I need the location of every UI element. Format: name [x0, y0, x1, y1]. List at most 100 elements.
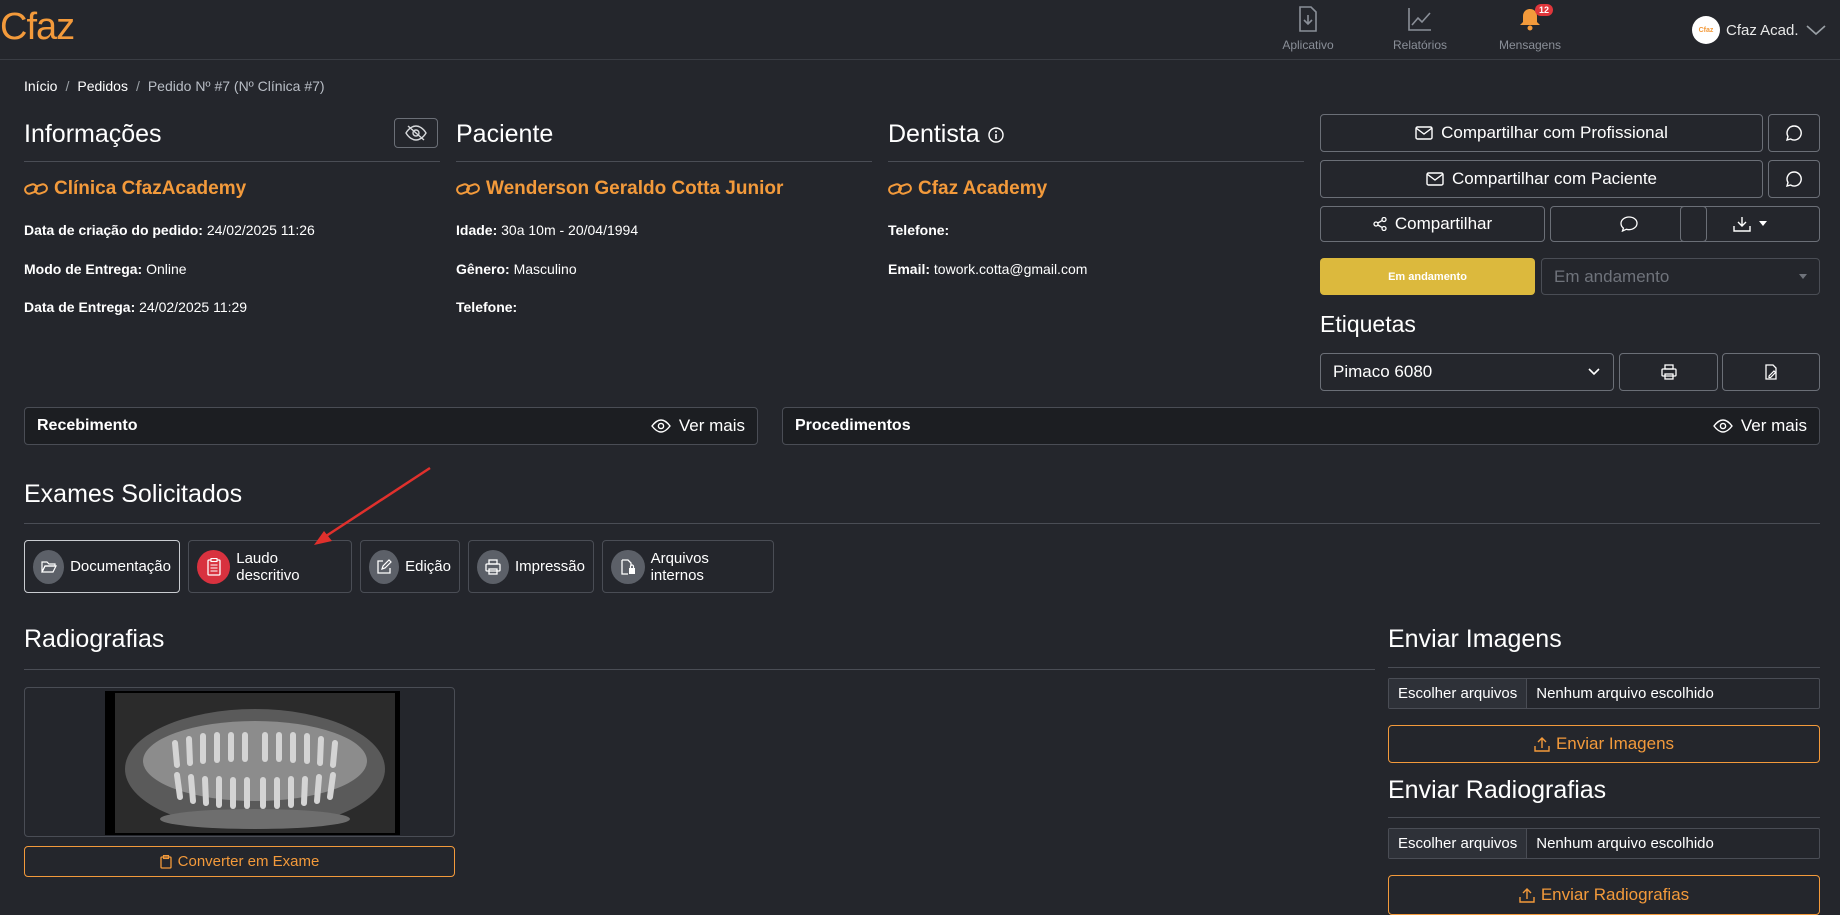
images-no-file: Nenhum arquivo escolhido [1536, 685, 1714, 702]
created-date-row: Data de criação do pedido: 24/02/2025 11… [24, 222, 315, 238]
print-label-button[interactable] [1619, 353, 1718, 391]
label-template-select[interactable]: Pimaco 6080 [1320, 353, 1614, 391]
receipt-more-label: Ver mais [678, 416, 745, 435]
send-radiographs-button[interactable]: Enviar Radiografias [1388, 875, 1820, 915]
clinic-link[interactable]: Clínica CfazAcademy [24, 178, 246, 200]
share-professional-button[interactable]: Compartilhar com Profissional [1320, 114, 1763, 152]
share-professional-label: Compartilhar com Profissional [1441, 123, 1668, 142]
patient-phone-row: Telefone: [456, 299, 517, 315]
status-select: Em andamento [1541, 258, 1820, 295]
breadcrumb-separator: / [65, 78, 70, 94]
status-select-value: Em andamento [1554, 266, 1670, 286]
delivery-mode-row: Modo de Entrega: Online [24, 261, 187, 277]
tab-documentation-label: Documentação [70, 558, 171, 575]
divider [1388, 667, 1820, 668]
breadcrumb: Início / Pedidos / Pedido Nº #7 (Nº Clínica … [24, 78, 325, 94]
procedures-more[interactable]: Ver mais [1712, 416, 1807, 436]
divider [1388, 817, 1820, 818]
breadcrumb-home[interactable]: Início [24, 78, 57, 94]
label-template-value: Pimaco 6080 [1333, 362, 1433, 381]
whatsapp-icon [1786, 125, 1802, 141]
eye-icon [650, 419, 671, 433]
nav-reports[interactable]: Relatórios [1380, 6, 1460, 52]
file-signature-icon [1765, 364, 1777, 380]
radiographs-choose-files[interactable]: Escolher arquivos [1389, 829, 1528, 858]
exams-title: Exames Solicitados [24, 480, 243, 508]
folder-open-icon [33, 549, 65, 584]
brand-logo[interactable]: Cfaz [0, 6, 75, 49]
divider [888, 161, 1304, 162]
radiographs-file-input[interactable]: Escolher arquivos Nenhum arquivo escolhi… [1388, 828, 1820, 859]
send-images-title: Enviar Imagens [1388, 625, 1562, 653]
patient-phone-label: Telefone: [456, 299, 518, 315]
link-icon [24, 183, 48, 195]
nav-app[interactable]: Aplicativo [1268, 6, 1348, 52]
images-file-input[interactable]: Escolher arquivos Nenhum arquivo escolhi… [1388, 678, 1820, 709]
patient-title: Paciente [456, 120, 554, 148]
breadcrumb-current: Pedido Nº #7 (Nº Clínica #7) [147, 78, 325, 94]
user-menu[interactable]: Cfaz Cfaz Acad. [1692, 16, 1827, 44]
tab-internal-files-label: Arquivos internos [650, 549, 709, 584]
messages-badge: 12 [1535, 4, 1554, 16]
share-button[interactable]: Compartilhar [1320, 206, 1545, 242]
convert-exam-button[interactable]: Converter em Exame [24, 846, 455, 877]
convert-exam-label: Converter em Exame [177, 853, 320, 870]
send-images-button[interactable]: Enviar Imagens [1388, 725, 1820, 763]
tab-documentation[interactable]: Documentação [24, 540, 180, 593]
chart-icon [1408, 8, 1431, 31]
envelope-icon [1426, 172, 1444, 186]
file-lock-icon [611, 549, 645, 584]
dentist-link[interactable]: Cfaz Academy [888, 178, 1047, 200]
edit-icon [369, 549, 400, 584]
dentist-phone-row: Telefone: [888, 222, 949, 238]
delivery-date-row: Data de Entrega: 24/02/2025 11:29 [24, 299, 247, 315]
delivery-date-label: Data de Entrega: [24, 299, 136, 315]
radiographs-title: Radiografias [24, 625, 165, 653]
breadcrumb-orders[interactable]: Pedidos [77, 78, 128, 94]
images-choose-files[interactable]: Escolher arquivos [1389, 679, 1528, 708]
whatsapp-professional-button[interactable] [1768, 114, 1820, 152]
printer-icon [477, 549, 509, 584]
avatar: Cfaz [1692, 16, 1720, 44]
dentist-title-row: Dentista [888, 120, 1004, 149]
patient-gender-value: Masculino [513, 261, 577, 277]
delivery-date-value: 24/02/2025 11:29 [139, 299, 248, 315]
labels-title: Etiquetas [1320, 311, 1416, 337]
receipt-more[interactable]: Ver mais [650, 416, 745, 436]
nav-reports-label: Relatórios [1392, 38, 1448, 52]
delivery-mode-value: Online [146, 261, 187, 277]
share-patient-button[interactable]: Compartilhar com Paciente [1320, 160, 1763, 198]
clipboard-icon [197, 549, 231, 584]
tab-internal-files[interactable]: Arquivos internos [602, 540, 774, 593]
radiograph-card[interactable] [24, 687, 455, 837]
tab-print-label: Impressão [514, 558, 585, 575]
clipboard-icon [159, 854, 172, 869]
patient-age-value: 30a 10m - 20/04/1994 [501, 222, 639, 238]
printer-icon [1660, 364, 1677, 380]
nav-messages[interactable]: 12 Mensagens [1490, 4, 1570, 52]
status-button[interactable]: Em andamento [1320, 258, 1535, 295]
procedures-more-label: Ver mais [1740, 416, 1807, 435]
patient-age-label: Idade: [456, 222, 498, 238]
patient-gender-row: Gênero: Masculino [456, 261, 577, 277]
patient-link[interactable]: Wenderson Geraldo Cotta Junior [456, 178, 783, 200]
nav-messages-label: Mensagens [1498, 38, 1562, 52]
dentist-email-value: towork.cotta@gmail.com [933, 261, 1088, 277]
link-icon [888, 183, 912, 195]
dentist-name: Cfaz Academy [918, 178, 1048, 199]
caret-down-icon [1799, 274, 1807, 279]
receipt-panel[interactable]: Recebimento Ver mais [24, 407, 758, 445]
eye-slash-icon [405, 125, 427, 141]
upload-icon [1534, 736, 1550, 752]
tab-print[interactable]: Impressão [468, 540, 594, 593]
download-dropdown-button[interactable] [1680, 206, 1820, 242]
dentist-email-label: Email: [888, 261, 931, 277]
whatsapp-patient-button[interactable] [1768, 160, 1820, 198]
info-icon[interactable] [988, 126, 1004, 143]
chevron-down-icon [1806, 25, 1826, 36]
procedures-panel[interactable]: Procedimentos Ver mais [782, 407, 1820, 445]
hide-info-button[interactable] [394, 118, 438, 148]
dentist-title: Dentista [888, 120, 980, 148]
edit-label-button[interactable] [1722, 353, 1820, 391]
divider [24, 523, 1820, 524]
